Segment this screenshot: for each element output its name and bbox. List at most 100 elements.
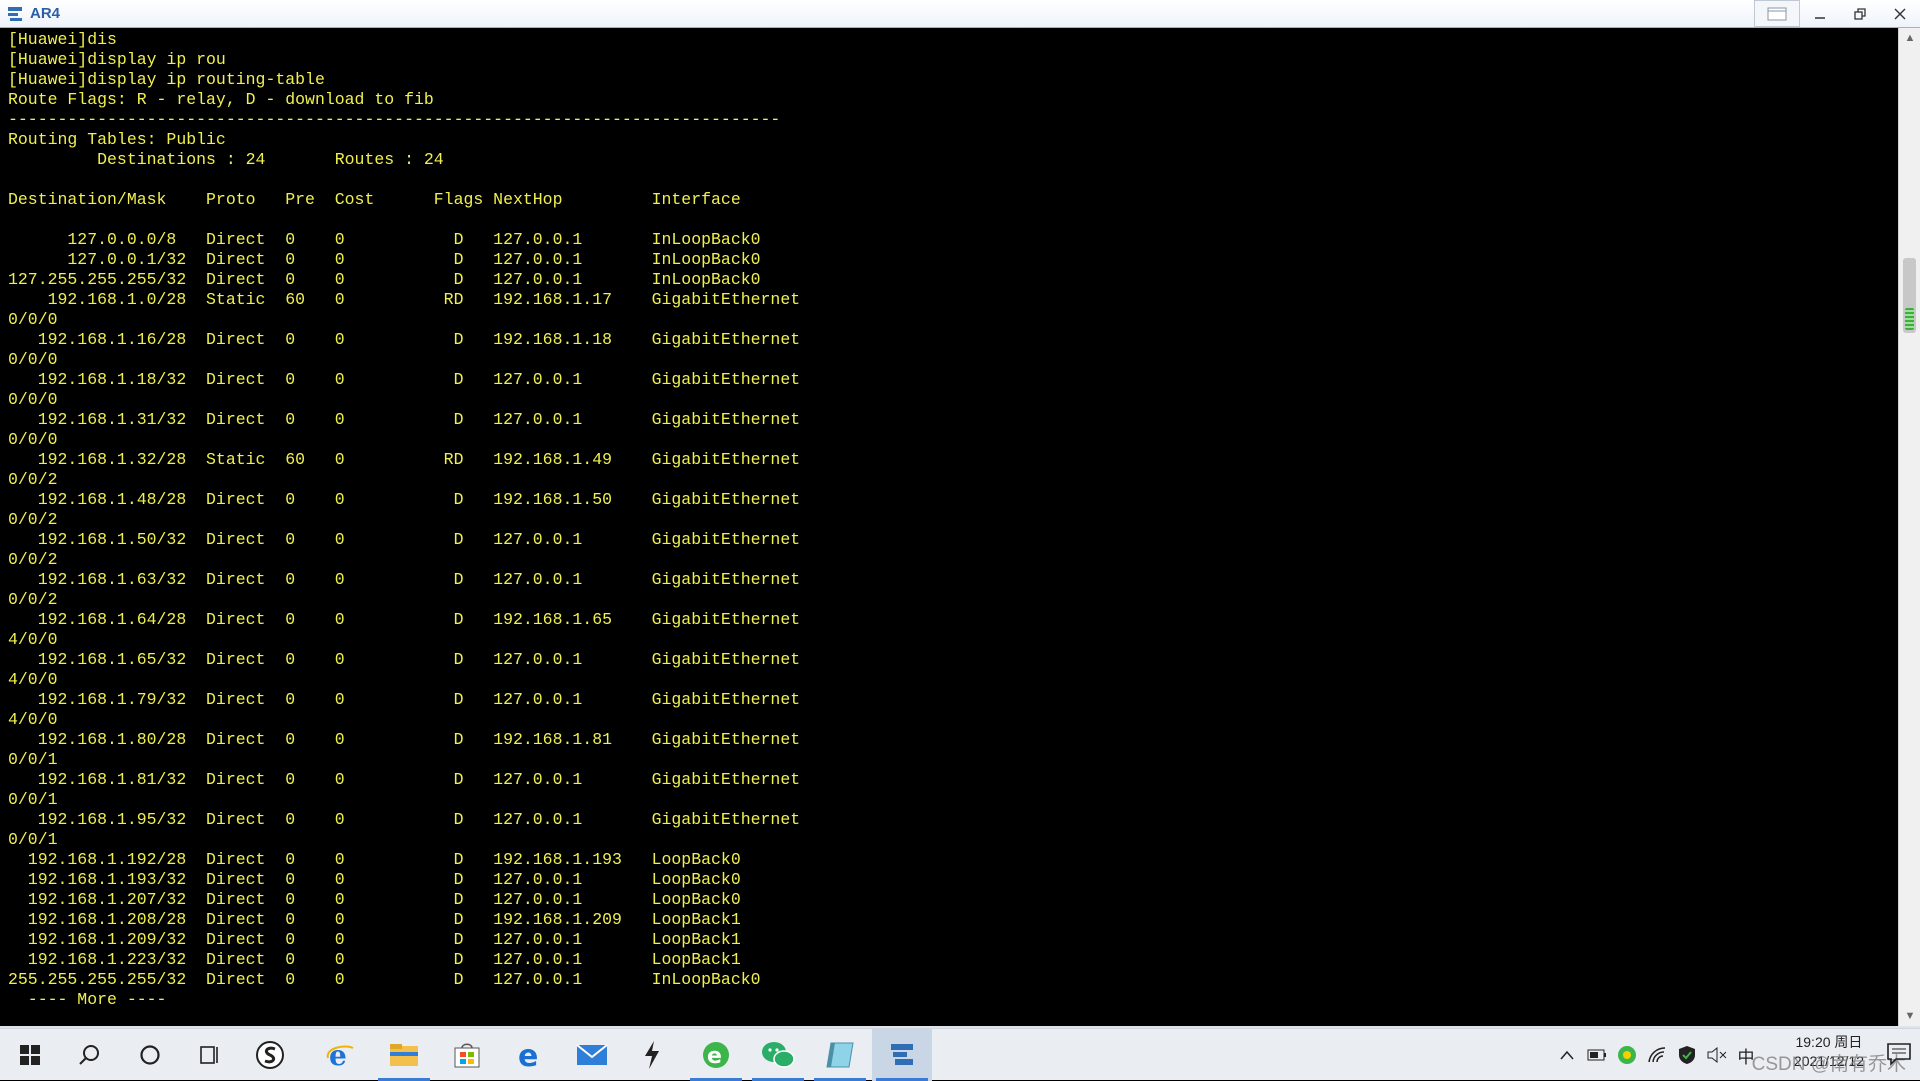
terminal-line: 192.168.1.16/28 Direct 0 0 D 192.168.1.1… <box>8 330 801 349</box>
svg-text:e: e <box>329 1040 347 1070</box>
volume-tray[interactable] <box>1704 1029 1730 1081</box>
terminal-line: 4/0/0 <box>8 710 58 729</box>
watermark-text: CSDN @南有乔木 <box>1751 1054 1906 1075</box>
terminal-line: 127.0.0.1/32 Direct 0 0 D 127.0.0.1 InLo… <box>8 250 761 269</box>
chevron-up-icon <box>1560 1050 1574 1060</box>
terminal-line: 192.168.1.0/28 Static 60 0 RD 192.168.1.… <box>8 290 801 309</box>
taskbar-file-explorer[interactable] <box>374 1029 434 1081</box>
restore-button[interactable] <box>1840 0 1880 27</box>
ie-icon: e <box>326 1040 354 1070</box>
window-titlebar[interactable]: AR4 <box>0 0 1920 28</box>
edge-icon: e <box>518 1040 538 1070</box>
terminal-line: 192.168.1.192/28 Direct 0 0 D 192.168.1.… <box>8 850 741 869</box>
taskbar-browser-360[interactable]: e <box>686 1029 746 1081</box>
notification-icon <box>1887 1043 1911 1066</box>
terminal-line: 192.168.1.50/32 Direct 0 0 D 127.0.0.1 G… <box>8 530 801 549</box>
cortana-button[interactable] <box>120 1029 180 1081</box>
terminal-line: ----------------------------------------… <box>8 110 781 129</box>
wifi-tray[interactable] <box>1644 1029 1670 1081</box>
terminal-line: [Huawei]display ip routing-table <box>8 70 325 89</box>
shield-icon <box>1679 1046 1695 1064</box>
tray-overflow-button[interactable] <box>1554 1029 1580 1081</box>
search-icon <box>79 1045 99 1065</box>
terminal-scrollbar[interactable]: ▲ ▼ <box>1898 28 1920 1026</box>
terminal-console[interactable]: [Huawei]dis [Huawei]display ip rou [Huaw… <box>2 28 1896 1026</box>
taskbar-app-book[interactable] <box>810 1029 870 1081</box>
terminal-line: Route Flags: R - relay, D - download to … <box>8 90 434 109</box>
terminal-line: 192.168.1.95/32 Direct 0 0 D 127.0.0.1 G… <box>8 810 801 829</box>
terminal-line: 192.168.1.31/32 Direct 0 0 D 127.0.0.1 G… <box>8 410 801 429</box>
svg-text:e: e <box>707 1044 722 1069</box>
terminal-line: 0/0/2 <box>8 510 58 529</box>
task-view-button[interactable] <box>180 1029 240 1081</box>
panel-toggle-button[interactable] <box>1754 0 1800 27</box>
security-app-icon <box>1618 1046 1636 1064</box>
terminal-line: 0/0/2 <box>8 550 58 569</box>
file-explorer-icon <box>390 1044 418 1066</box>
notification-center-button[interactable] <box>1886 1041 1912 1067</box>
taskbar-ie[interactable]: e <box>310 1029 370 1081</box>
taskbar-store[interactable] <box>437 1029 497 1081</box>
security-app-tray[interactable] <box>1614 1029 1640 1081</box>
panel-icon <box>1767 7 1787 20</box>
wifi-icon <box>1648 1047 1666 1063</box>
scroll-down-button[interactable]: ▼ <box>1899 1006 1920 1026</box>
terminal-line: 192.168.1.223/32 Direct 0 0 D 127.0.0.1 … <box>8 950 741 969</box>
app-bolt-icon <box>645 1041 659 1069</box>
taskbar-app-bolt[interactable] <box>622 1029 682 1081</box>
ensp-icon <box>891 1044 913 1065</box>
terminal-line: 0/0/1 <box>8 830 58 849</box>
terminal-line: 192.168.1.64/28 Direct 0 0 D 192.168.1.6… <box>8 610 801 629</box>
ensp-app-icon <box>8 6 22 21</box>
terminal-line: 255.255.255.255/32 Direct 0 0 D 127.0.0.… <box>8 970 761 989</box>
app-book-icon <box>826 1042 854 1068</box>
volume-muted-icon <box>1707 1047 1727 1063</box>
terminal-line: [Huawei]display ip rou <box>8 50 226 69</box>
terminal-line: 0/0/2 <box>8 590 58 609</box>
terminal-line: 127.0.0.0/8 Direct 0 0 D 127.0.0.1 InLoo… <box>8 230 761 249</box>
store-icon <box>454 1043 480 1068</box>
terminal-line: 0/0/0 <box>8 350 58 369</box>
taskbar-edge[interactable]: e <box>500 1029 560 1081</box>
terminal-line: 192.168.1.65/32 Direct 0 0 D 127.0.0.1 G… <box>8 650 801 669</box>
taskbar-wechat[interactable] <box>748 1029 808 1081</box>
battery-tray[interactable] <box>1584 1029 1610 1081</box>
window-title: AR4 <box>30 5 61 22</box>
mail-icon <box>576 1044 608 1065</box>
taskbar-mail[interactable] <box>562 1029 622 1081</box>
terminal-line: 192.168.1.208/28 Direct 0 0 D 192.168.1.… <box>8 910 741 929</box>
terminal-line: 0/0/0 <box>8 310 58 329</box>
terminal-line: 0/0/0 <box>8 390 58 409</box>
terminal-output: [Huawei]dis [Huawei]display ip rou [Huaw… <box>2 28 1896 1010</box>
defender-tray[interactable] <box>1674 1029 1700 1081</box>
scrollbar-thumb[interactable] <box>1903 258 1916 333</box>
wechat-icon <box>762 1042 795 1068</box>
terminal-line: 192.168.1.48/28 Direct 0 0 D 192.168.1.5… <box>8 490 801 509</box>
terminal-line: 192.168.1.79/32 Direct 0 0 D 127.0.0.1 G… <box>8 690 801 709</box>
app-s-icon <box>256 1041 284 1069</box>
terminal-line: 4/0/0 <box>8 670 58 689</box>
taskbar-ensp[interactable] <box>872 1029 932 1081</box>
terminal-line: 192.168.1.32/28 Static 60 0 RD 192.168.1… <box>8 450 801 469</box>
terminal-line: 0/0/2 <box>8 470 58 489</box>
search-button[interactable] <box>60 1029 120 1081</box>
terminal-line: 192.168.1.18/32 Direct 0 0 D 127.0.0.1 G… <box>8 370 801 389</box>
close-button[interactable] <box>1880 0 1920 27</box>
windows-logo-icon <box>20 1045 40 1065</box>
window-controls <box>1754 0 1920 27</box>
terminal-line: 127.255.255.255/32 Direct 0 0 D 127.0.0.… <box>8 270 761 289</box>
taskbar: e e e 中 19:20 周日 2021/12/12 CSDN @南有乔木 <box>0 1028 1920 1081</box>
terminal-line: ---- More ---- <box>8 990 167 1009</box>
minimize-button[interactable] <box>1800 0 1840 27</box>
start-button[interactable] <box>0 1029 60 1081</box>
scroll-up-button[interactable]: ▲ <box>1899 28 1920 48</box>
terminal-line: Destinations : 24 Routes : 24 <box>8 150 444 169</box>
terminal-line: Routing Tables: Public <box>8 130 226 149</box>
task-view-icon <box>200 1046 218 1064</box>
taskbar-app-s[interactable] <box>240 1029 300 1081</box>
close-icon <box>1894 8 1906 19</box>
terminal-line: 192.168.1.209/32 Direct 0 0 D 127.0.0.1 … <box>8 930 741 949</box>
terminal-line: 192.168.1.80/28 Direct 0 0 D 192.168.1.8… <box>8 730 801 749</box>
svg-text:e: e <box>518 1040 538 1070</box>
terminal-line: 192.168.1.193/32 Direct 0 0 D 127.0.0.1 … <box>8 870 741 889</box>
